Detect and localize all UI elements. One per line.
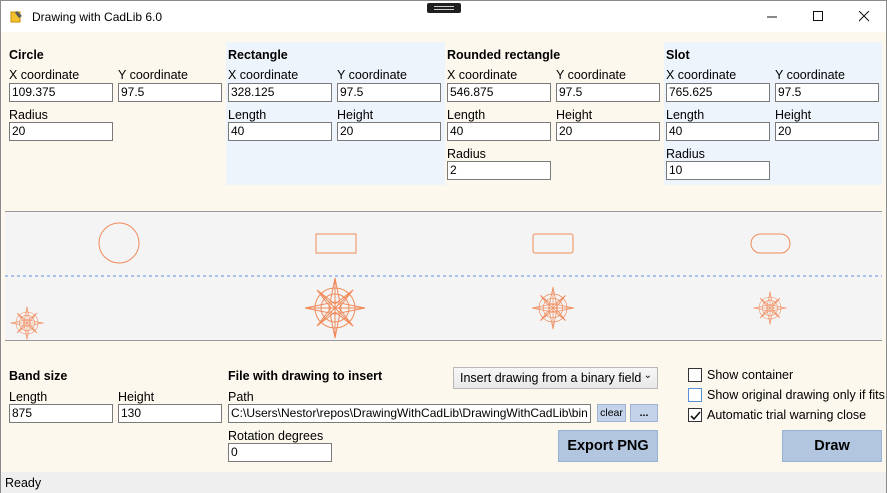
- rectangle-height-label: Height: [337, 108, 374, 122]
- minimize-button[interactable]: [749, 1, 795, 32]
- show-container-label: Show container: [707, 368, 794, 382]
- compass-rose-small-right: [753, 291, 787, 325]
- slot-section: Slot X coordinate Y coordinate 765.625 9…: [664, 42, 882, 185]
- file-title: File with drawing to insert: [228, 369, 383, 383]
- path-label: Path: [228, 390, 254, 404]
- app-icon: [10, 11, 22, 23]
- browse-button[interactable]: ...: [630, 404, 658, 422]
- insert-mode-value: Insert drawing from a binary field: [460, 371, 642, 385]
- rounded-x-label: X coordinate: [447, 68, 518, 82]
- snap-grip-icon[interactable]: [427, 3, 461, 13]
- slot-y-input[interactable]: 97.5: [775, 83, 879, 102]
- circle-y-label: Y coordinate: [118, 68, 188, 82]
- rounded-title: Rounded rectangle: [447, 48, 561, 62]
- slot-radius-label: Radius: [666, 147, 705, 161]
- band-height-input[interactable]: 130: [118, 404, 222, 423]
- status-text: Ready: [5, 476, 42, 490]
- circle-x-input[interactable]: 109.375: [9, 83, 113, 102]
- clear-button[interactable]: clear: [597, 404, 626, 422]
- maximize-icon: [812, 11, 823, 21]
- compass-rose-small-left: [10, 306, 44, 340]
- compass-rose-large: [304, 277, 366, 339]
- rectangle-x-input[interactable]: 328.125: [228, 83, 332, 102]
- rounded-radius-label: Radius: [447, 147, 486, 161]
- rounded-x-input[interactable]: 546.875: [447, 83, 551, 102]
- circle-title: Circle: [9, 48, 44, 62]
- rounded-length-input[interactable]: 40: [447, 122, 551, 141]
- circle-radius-label: Radius: [9, 108, 48, 122]
- drawing-canvas[interactable]: [5, 211, 882, 341]
- slot-shape: [750, 233, 791, 254]
- rounded-rectangle-shape: [532, 233, 574, 254]
- slot-height-label: Height: [775, 108, 812, 122]
- rectangle-y-label: Y coordinate: [337, 68, 407, 82]
- rectangle-x-label: X coordinate: [228, 68, 299, 82]
- band-height-label: Height: [118, 390, 155, 404]
- window-title: Drawing with CadLib 6.0: [32, 10, 163, 24]
- rounded-length-label: Length: [447, 108, 486, 122]
- slot-x-input[interactable]: 765.625: [666, 83, 770, 102]
- slot-title: Slot: [666, 48, 690, 62]
- rounded-radius-input[interactable]: 2: [447, 161, 551, 180]
- status-bar: Ready: [1, 472, 886, 493]
- rectangle-length-input[interactable]: 40: [228, 122, 332, 141]
- rectangle-shape: [315, 233, 357, 254]
- show-container-checkbox[interactable]: [688, 368, 702, 382]
- title-bar[interactable]: Drawing with CadLib 6.0: [1, 1, 886, 32]
- rectangle-height-input[interactable]: 20: [337, 122, 441, 141]
- show-original-checkbox[interactable]: [688, 388, 702, 402]
- rounded-height-label: Height: [556, 108, 593, 122]
- rounded-height-input[interactable]: 20: [556, 122, 660, 141]
- rounded-y-input[interactable]: 97.5: [556, 83, 660, 102]
- auto-close-label: Automatic trial warning close: [707, 408, 867, 422]
- maximize-button[interactable]: [795, 1, 841, 32]
- rounded-y-label: Y coordinate: [556, 68, 626, 82]
- band-length-label: Length: [9, 390, 48, 404]
- slot-x-label: X coordinate: [666, 68, 737, 82]
- slot-y-label: Y coordinate: [775, 68, 845, 82]
- checkmark-icon: [689, 410, 701, 420]
- close-button[interactable]: [841, 1, 887, 32]
- compass-rose-medium: [531, 286, 575, 330]
- slot-length-label: Length: [666, 108, 705, 122]
- rectangle-title: Rectangle: [228, 48, 288, 62]
- auto-close-checkbox[interactable]: [688, 408, 702, 422]
- show-original-label: Show original drawing only if fits: [707, 388, 885, 402]
- drawing-surface: [5, 222, 882, 340]
- rounded-rectangle-section: Rounded rectangle X coordinate Y coordin…: [445, 42, 664, 185]
- rectangle-length-label: Length: [228, 108, 267, 122]
- rectangle-section: Rectangle X coordinate Y coordinate 328.…: [226, 42, 445, 185]
- export-png-button[interactable]: Export PNG: [558, 430, 658, 462]
- draw-button[interactable]: Draw: [782, 430, 882, 462]
- main-window: Drawing with CadLib 6.0 Circle X coordin…: [0, 0, 887, 493]
- slot-radius-input[interactable]: 10: [666, 161, 770, 180]
- circle-section: Circle X coordinate Y coordinate 109.375…: [5, 42, 226, 185]
- path-input[interactable]: C:\Users\Nestor\repos\DrawingWithCadLib\…: [228, 404, 591, 423]
- rectangle-y-input[interactable]: 97.5: [337, 83, 441, 102]
- circle-x-label: X coordinate: [9, 68, 80, 82]
- close-icon: [858, 11, 869, 22]
- circle-shape: [98, 222, 140, 264]
- band-length-input[interactable]: 875: [9, 404, 113, 423]
- rotation-label: Rotation degrees: [228, 429, 324, 443]
- circle-radius-input[interactable]: 20: [9, 122, 113, 141]
- band-title: Band size: [9, 369, 68, 383]
- circle-y-input[interactable]: 97.5: [118, 83, 222, 102]
- chevron-down-icon: ⌄: [643, 370, 652, 381]
- rotation-input[interactable]: 0: [228, 443, 332, 462]
- slot-height-input[interactable]: 20: [775, 122, 879, 141]
- minimize-icon: [766, 16, 777, 18]
- slot-length-input[interactable]: 40: [666, 122, 770, 141]
- insert-mode-dropdown[interactable]: Insert drawing from a binary field ⌄: [453, 367, 658, 389]
